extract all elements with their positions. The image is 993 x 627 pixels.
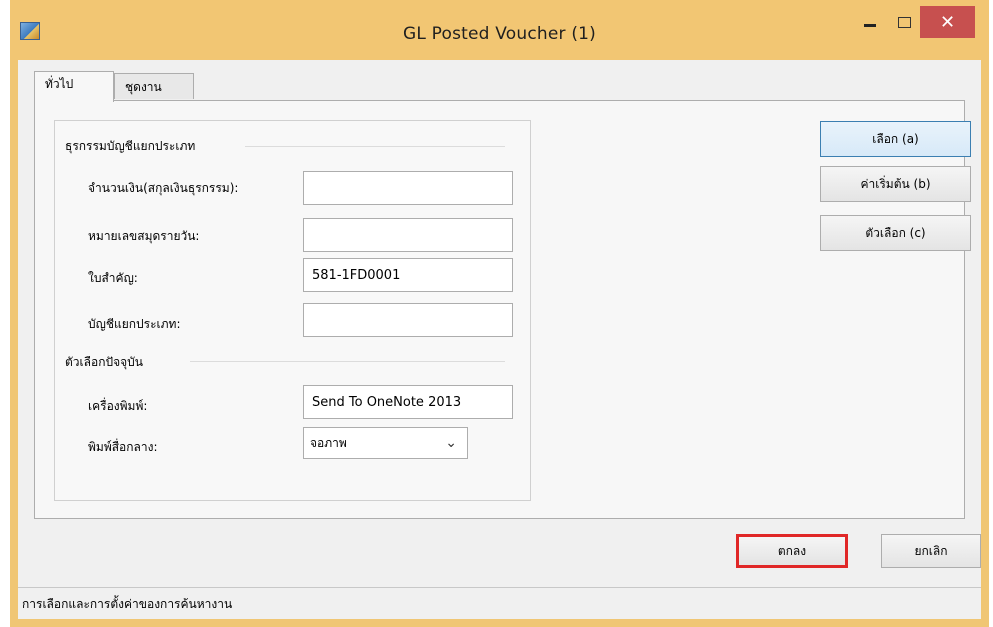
dialog-client-area: ทั่วไป ชุดงาน ธุรกรรมบัญชีแยกประเภท จำนว… [18, 60, 981, 619]
field-label-amount: จำนวนเงิน(สกุลเงินธุรกรรม): [88, 181, 239, 195]
select-button[interactable]: เลือก (a) [820, 121, 971, 157]
close-button[interactable]: ✕ [920, 6, 975, 38]
group-divider [245, 146, 505, 147]
minimize-icon [864, 23, 876, 27]
field-label-print-medium: พิมพ์สื่อกลาง: [88, 440, 158, 454]
ledger-account-field[interactable] [303, 303, 513, 337]
field-label-voucher: ใบสำคัญ: [88, 271, 138, 285]
tab-general[interactable]: ทั่วไป [34, 71, 114, 102]
ok-button[interactable]: ตกลง [736, 534, 848, 568]
criteria-group: ธุรกรรมบัญชีแยกประเภท จำนวนเงิน(สกุลเงิน… [54, 120, 531, 501]
journal-number-field[interactable] [303, 218, 513, 252]
maximize-button[interactable] [884, 6, 924, 38]
group-legend-ledger-transactions: ธุรกรรมบัญชีแยกประเภท [65, 139, 196, 153]
defaults-button[interactable]: ค่าเริ่มต้น (b) [820, 166, 971, 202]
field-label-printer: เครื่องพิมพ์: [88, 399, 148, 413]
chevron-down-icon: ⌄ [445, 435, 457, 451]
maximize-icon [897, 16, 911, 28]
status-bar: การเลือกและการตั้งค่าของการค้นหางาน [18, 587, 981, 619]
print-medium-value: จอภาพ [310, 436, 347, 450]
status-text: การเลือกและการตั้งค่าของการค้นหางาน [22, 597, 233, 611]
window-title: GL Posted Voucher (1) [402, 24, 596, 44]
cancel-button[interactable]: ยกเลิก [881, 534, 981, 568]
field-label-journal-number: หมายเลขสมุดรายวัน: [88, 229, 200, 243]
print-medium-select[interactable]: จอภาพ ⌄ [303, 427, 468, 459]
group-legend-current-options: ตัวเลือกปัจจุบัน [65, 355, 143, 369]
close-icon: ✕ [939, 11, 956, 33]
voucher-field[interactable] [303, 258, 513, 292]
printer-field[interactable] [303, 385, 513, 419]
group-divider [190, 361, 505, 362]
title-bar[interactable]: GL Posted Voucher (1) ✕ [10, 0, 989, 60]
amount-field[interactable] [303, 171, 513, 205]
field-label-ledger-account: บัญชีแยกประเภท: [88, 317, 181, 331]
tab-batch[interactable]: ชุดงาน [114, 73, 194, 99]
tab-panel-general: ธุรกรรมบัญชีแยกประเภท จำนวนเงิน(สกุลเงิน… [34, 100, 971, 519]
options-button[interactable]: ตัวเลือก (c) [820, 215, 971, 251]
dialog-window: GL Posted Voucher (1) ✕ ทั่วไป ชุดงาน ธุ… [10, 0, 989, 627]
